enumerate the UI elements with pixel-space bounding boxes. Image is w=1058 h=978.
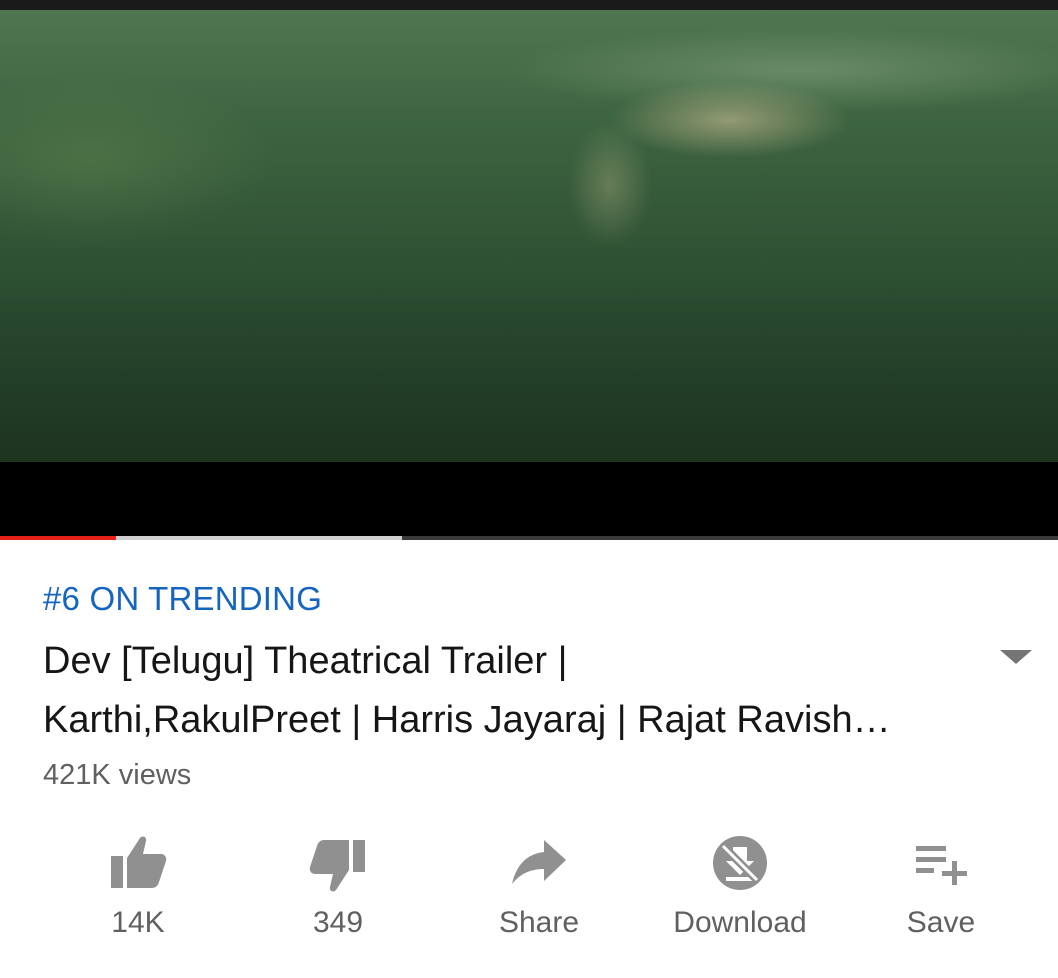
view-count: 421K views bbox=[43, 759, 192, 791]
dislike-count: 349 bbox=[312, 906, 364, 939]
save-label: Save bbox=[906, 906, 976, 939]
save-button[interactable]: Save bbox=[861, 826, 1021, 956]
thumbs-down-icon bbox=[309, 840, 365, 892]
video-title[interactable]: Dev [Telugu] Theatrical Trailer | Karthi… bbox=[43, 632, 963, 750]
video-title-line-1: Dev [Telugu] Theatrical Trailer | bbox=[43, 640, 568, 682]
thumbs-up-icon bbox=[111, 836, 167, 888]
video-player-letterbox[interactable] bbox=[0, 462, 1058, 536]
playlist-add-icon bbox=[916, 846, 967, 885]
video-player[interactable] bbox=[0, 10, 1058, 462]
dislike-button[interactable]: 349 bbox=[258, 826, 418, 956]
trending-badge[interactable]: #6 ON TRENDING bbox=[43, 580, 322, 618]
share-arrow-icon bbox=[512, 840, 566, 884]
status-strip bbox=[0, 0, 1058, 10]
video-title-line-2: Karthi,RakulPreet | Harris Jayaraj | Raj… bbox=[43, 699, 891, 741]
like-button[interactable]: 14K bbox=[58, 826, 218, 956]
progress-played bbox=[0, 536, 117, 540]
download-button[interactable]: Download bbox=[660, 826, 820, 956]
download-label: Download bbox=[673, 906, 807, 939]
action-bar: 14K 349 Share Download Save bbox=[0, 826, 1058, 956]
share-button[interactable]: Share bbox=[459, 826, 619, 956]
download-disabled-icon bbox=[713, 836, 767, 890]
expand-description-button[interactable] bbox=[998, 646, 1034, 668]
share-label: Share bbox=[498, 906, 580, 939]
like-count: 14K bbox=[111, 906, 165, 939]
video-progress-bar[interactable] bbox=[0, 536, 1058, 540]
chevron-down-icon bbox=[1000, 650, 1032, 664]
